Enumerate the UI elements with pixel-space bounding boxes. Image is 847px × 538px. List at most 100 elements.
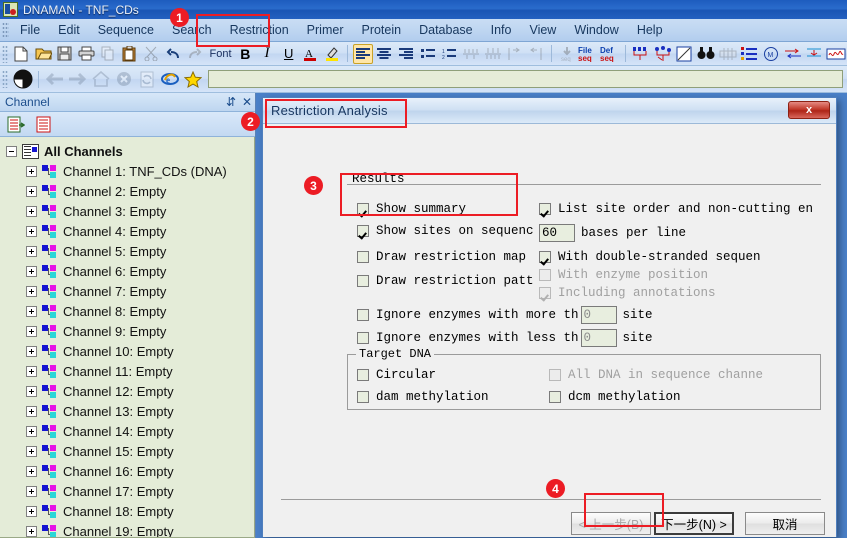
collapse-icon[interactable] (6, 145, 17, 157)
expand-icon[interactable] (26, 225, 37, 237)
tree-item-channel-10[interactable]: Channel 10: Empty (4, 341, 254, 361)
checkbox-show-sites-on-sequence[interactable]: Show sites on sequenc (357, 224, 534, 238)
menu-sequence[interactable]: Sequence (89, 20, 163, 40)
home-icon[interactable] (90, 69, 111, 89)
align-left-icon[interactable] (352, 43, 373, 64)
primer-design-icon[interactable] (783, 44, 803, 64)
methylation-icon[interactable]: M (761, 44, 781, 64)
channel-tree[interactable]: All Channels Channel 1: TNF_CDs (DNA) Cha… (0, 137, 255, 538)
highlighter-icon[interactable] (322, 44, 342, 64)
tree-item-channel-11[interactable]: Channel 11: Empty (4, 361, 254, 381)
file-seq-icon[interactable]: File seq (578, 44, 598, 64)
menu-edit[interactable]: Edit (49, 20, 89, 40)
cancel-button[interactable]: 取消 (745, 512, 825, 535)
checkbox-dcm-methylation[interactable]: dcm methylation (549, 390, 681, 404)
dialog-close-button[interactable]: x (788, 101, 830, 119)
menu-help[interactable]: Help (628, 20, 672, 40)
checkbox-draw-restriction-map[interactable]: Draw restriction map (357, 250, 526, 264)
next-button[interactable]: 下一步(N) > (654, 512, 734, 535)
undo-arrow-icon[interactable] (163, 44, 183, 64)
menu-window[interactable]: Window (565, 20, 627, 40)
plasmid-icon[interactable] (826, 44, 846, 64)
tree-item-channel-5[interactable]: Channel 5: Empty (4, 241, 254, 261)
translate-seq-icon[interactable]: seq (557, 44, 577, 64)
menu-restriction[interactable]: Restriction (221, 20, 298, 40)
address-input[interactable] (208, 70, 843, 88)
bases-per-line-input[interactable]: 60 (539, 224, 575, 242)
paste-icon[interactable] (120, 44, 140, 64)
ignore-more-input[interactable]: 0 (580, 306, 617, 324)
bold-icon[interactable]: B (236, 44, 256, 64)
expand-icon[interactable] (26, 165, 37, 177)
menu-primer[interactable]: Primer (298, 20, 353, 40)
tree-item-channel-4[interactable]: Channel 4: Empty (4, 221, 254, 241)
find-binoculars-icon[interactable] (696, 44, 716, 64)
expand-icon[interactable] (26, 505, 37, 517)
shift-left-icon[interactable] (504, 44, 524, 64)
copy-icon[interactable] (98, 44, 118, 64)
expand-icon[interactable] (26, 185, 37, 197)
expand-icon[interactable] (26, 245, 37, 257)
back-button[interactable]: < 上一步(B) (571, 512, 651, 535)
tree-item-channel-2[interactable]: Channel 2: Empty (4, 181, 254, 201)
save-disk-icon[interactable] (55, 44, 75, 64)
menu-database[interactable]: Database (410, 20, 482, 40)
tree-item-channel-6[interactable]: Channel 6: Empty (4, 261, 254, 281)
expand-icon[interactable] (26, 385, 37, 397)
checkbox-circular[interactable]: Circular (357, 368, 436, 382)
favorites-star-icon[interactable] (182, 69, 203, 89)
multi-align-icon[interactable] (631, 44, 651, 64)
align-center-icon[interactable] (375, 44, 395, 64)
toolbar-grip[interactable] (2, 44, 8, 63)
cut-scissors-icon[interactable] (142, 44, 162, 64)
print-icon[interactable] (77, 44, 97, 64)
tree-item-channel-18[interactable]: Channel 18: Empty (4, 501, 254, 521)
phylo-tree-icon[interactable] (653, 44, 673, 64)
tree-root-all-channels[interactable]: All Channels (4, 141, 254, 161)
menubar-grip[interactable] (2, 22, 9, 38)
expand-icon[interactable] (26, 285, 37, 297)
redo-arrow-icon[interactable] (185, 44, 205, 64)
checkbox-draw-restriction-pattern[interactable]: Draw restriction patt (357, 274, 534, 288)
shift-right-icon[interactable] (526, 44, 546, 64)
tree-item-channel-1[interactable]: Channel 1: TNF_CDs (DNA) (4, 161, 254, 181)
dot-plot-icon[interactable] (675, 44, 695, 64)
menu-info[interactable]: Info (482, 20, 521, 40)
tree-item-channel-17[interactable]: Channel 17: Empty (4, 481, 254, 501)
expand-icon[interactable] (26, 485, 37, 497)
expand-icon[interactable] (26, 465, 37, 477)
tree-item-channel-12[interactable]: Channel 12: Empty (4, 381, 254, 401)
expand-icon[interactable] (26, 405, 37, 417)
load-sequence-icon[interactable] (5, 114, 27, 134)
checkbox-show-summary[interactable]: Show summary (357, 202, 466, 216)
checkbox-ignore-less-sites[interactable]: Ignore enzymes with less th 0 site (357, 329, 653, 347)
checkbox-list-site-order[interactable]: List site order and non-cutting en (539, 202, 813, 216)
font-color-icon[interactable]: A (301, 44, 321, 64)
browser-toolbar-grip[interactable] (2, 70, 8, 88)
forward-arrow-icon[interactable] (67, 69, 88, 89)
refresh-icon[interactable] (136, 69, 157, 89)
tree-item-channel-9[interactable]: Channel 9: Empty (4, 321, 254, 341)
new-document-icon[interactable] (12, 44, 32, 64)
expand-icon[interactable] (26, 345, 37, 357)
tree-item-channel-16[interactable]: Channel 16: Empty (4, 461, 254, 481)
tree-item-channel-14[interactable]: Channel 14: Empty (4, 421, 254, 441)
consensus-icon[interactable] (483, 44, 503, 64)
menu-view[interactable]: View (520, 20, 565, 40)
restriction-map-icon[interactable] (718, 44, 738, 64)
expand-icon[interactable] (26, 425, 37, 437)
stop-icon[interactable] (113, 69, 134, 89)
tree-item-channel-7[interactable]: Channel 7: Empty (4, 281, 254, 301)
underline-icon[interactable]: U (279, 44, 299, 64)
align-right-icon[interactable] (396, 44, 416, 64)
tree-item-channel-8[interactable]: Channel 8: Empty (4, 301, 254, 321)
tree-item-channel-19[interactable]: Channel 19: Empty (4, 521, 254, 537)
bullet-list-icon[interactable] (418, 44, 438, 64)
expand-icon[interactable] (26, 305, 37, 317)
italic-icon[interactable]: I (257, 44, 277, 64)
pin-icon[interactable]: ⇵ (223, 95, 239, 109)
back-arrow-icon[interactable] (44, 69, 65, 89)
tree-item-channel-13[interactable]: Channel 13: Empty (4, 401, 254, 421)
dnaman-globe-icon[interactable] (12, 69, 33, 89)
expand-icon[interactable] (26, 325, 37, 337)
